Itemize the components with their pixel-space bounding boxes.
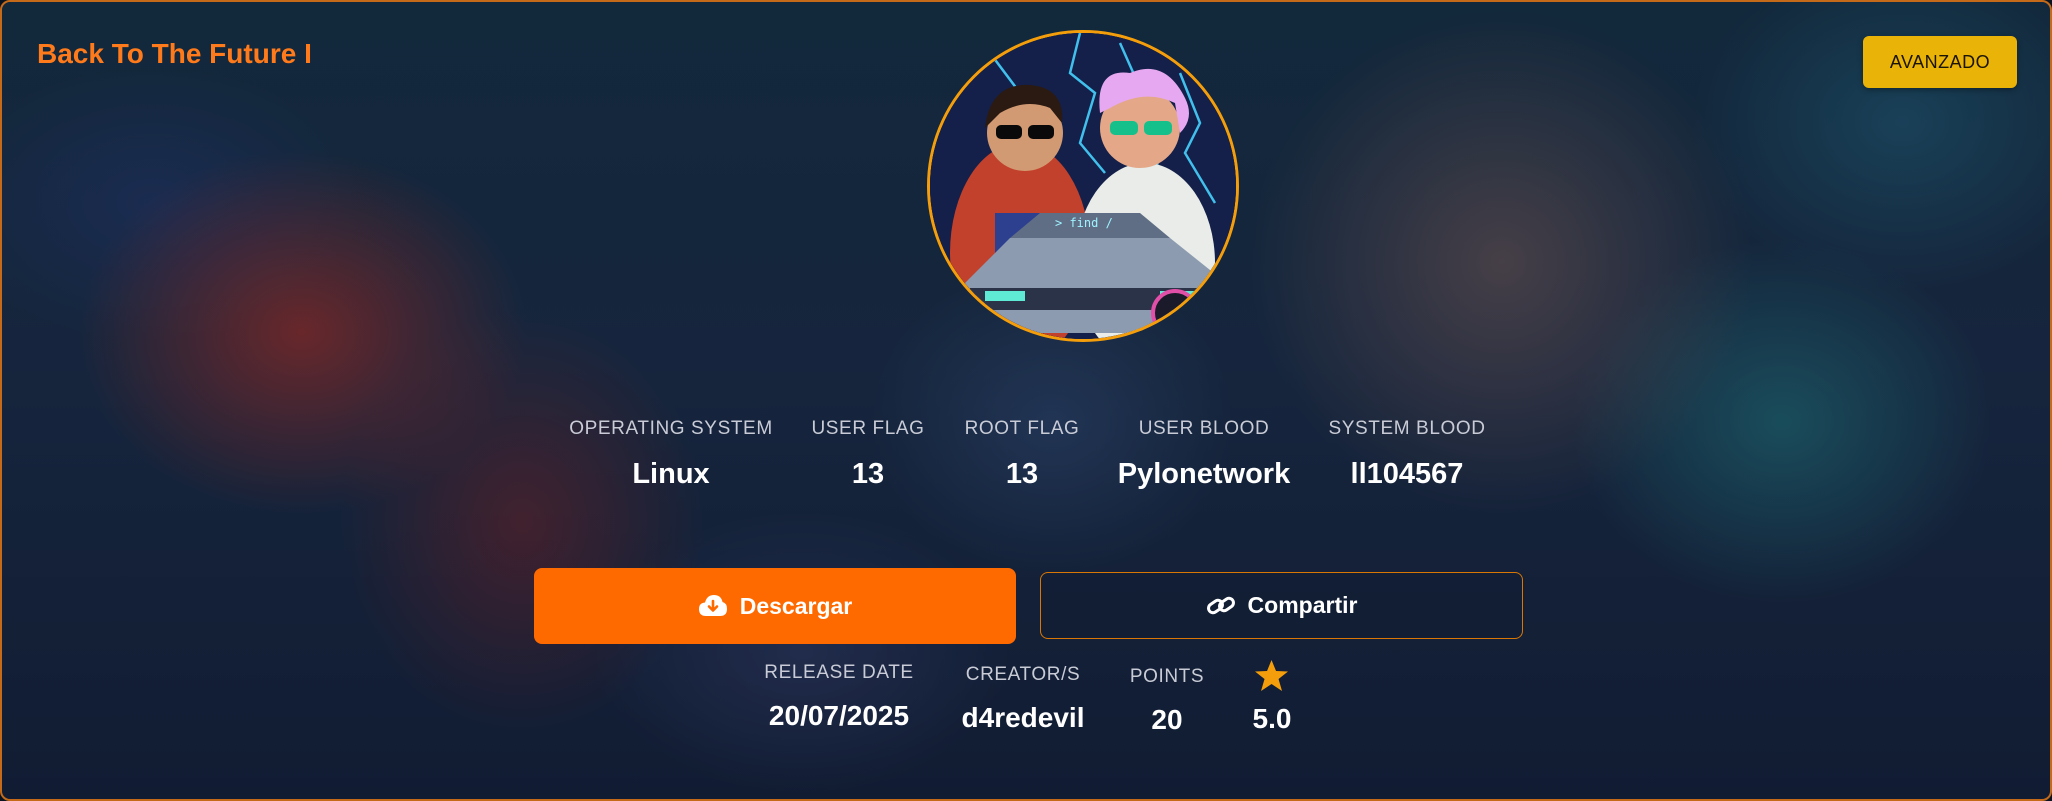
link-icon xyxy=(1206,596,1235,614)
cloud-download-icon xyxy=(698,595,727,616)
stat-label: USER BLOOD xyxy=(1138,418,1270,439)
detail-value: 20/07/2025 xyxy=(768,700,910,731)
download-button[interactable]: Descargar xyxy=(534,568,1016,644)
stat-value: 13 xyxy=(1005,458,1039,490)
rating-value: 5.0 xyxy=(1252,703,1292,734)
stat-system-blood: SYSTEM BLOOD ll104567 xyxy=(1328,418,1485,491)
stat-value: ll104567 xyxy=(1350,458,1464,490)
stat-user-flag: USER FLAG 13 xyxy=(811,418,924,491)
machine-avatar: > find / xyxy=(927,30,1239,342)
detail-creators: CREATOR/S d4redevil xyxy=(962,664,1085,734)
machine-title: Back To The Future I xyxy=(37,38,312,69)
stat-user-blood: USER BLOOD Pylonetwork xyxy=(1118,418,1290,491)
detail-value: d4redevil xyxy=(961,702,1085,733)
stat-label: USER FLAG xyxy=(811,418,925,439)
star-icon xyxy=(1255,660,1289,691)
detail-label: POINTS xyxy=(1129,666,1205,687)
stat-value: 13 xyxy=(851,458,885,490)
stat-operating-system: OPERATING SYSTEM Linux xyxy=(569,418,773,491)
machine-card: Back To The Future I AVANZADO > find / O… xyxy=(0,0,2052,801)
detail-points: POINTS 20 xyxy=(1130,666,1204,736)
detail-label: CREATOR/S xyxy=(965,664,1081,685)
download-label: Descargar xyxy=(739,592,853,619)
detail-rating: 5.0 xyxy=(1252,659,1292,735)
share-button[interactable]: Compartir xyxy=(1040,572,1523,639)
detail-release-date: RELEASE DATE 20/07/2025 xyxy=(764,662,913,732)
detail-value: 20 xyxy=(1151,704,1183,735)
stat-root-flag: ROOT FLAG 13 xyxy=(965,418,1080,491)
stat-label: ROOT FLAG xyxy=(964,418,1080,439)
stat-label: SYSTEM BLOOD xyxy=(1328,418,1486,439)
stat-value: Linux xyxy=(632,458,710,490)
detail-label: RELEASE DATE xyxy=(764,662,914,683)
stat-value: Pylonetwork xyxy=(1117,458,1291,490)
stat-label: OPERATING SYSTEM xyxy=(569,418,773,439)
difficulty-badge: AVANZADO xyxy=(1863,36,2017,88)
avatar-terminal-text: > find / xyxy=(1055,216,1113,230)
share-label: Compartir xyxy=(1247,592,1358,618)
